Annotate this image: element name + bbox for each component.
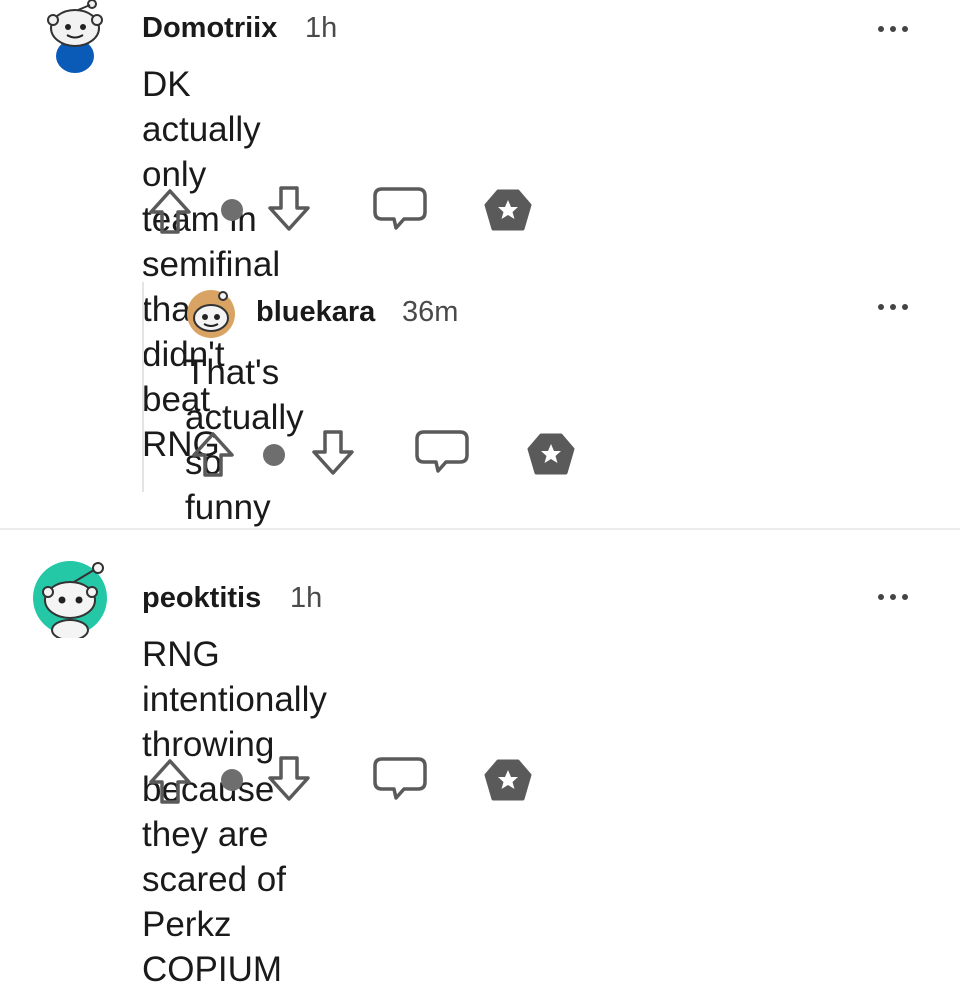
- comment-author[interactable]: Domotriix: [142, 12, 277, 45]
- comment-age: 1h: [290, 582, 323, 614]
- more-options-icon[interactable]: [876, 300, 916, 314]
- more-options-icon[interactable]: [876, 22, 916, 36]
- vote-score-dot: [221, 769, 243, 791]
- comment-age: 1h: [305, 12, 338, 44]
- vote-score-dot: [263, 444, 285, 466]
- comment-body: RNG intentionally throwing because they …: [142, 632, 327, 992]
- comment-author[interactable]: peoktitis: [142, 582, 261, 615]
- comment-age: 36m: [402, 296, 459, 328]
- upvote-arrow-up-icon[interactable]: [190, 430, 236, 480]
- award-star-badge-icon[interactable]: [483, 757, 533, 805]
- comment-body-line: scared of Perkz COPIUM: [142, 860, 286, 989]
- thread-divider: [0, 528, 960, 530]
- upvote-arrow-up-icon[interactable]: [147, 757, 193, 807]
- user-avatar-icon[interactable]: [32, 556, 114, 638]
- more-options-icon[interactable]: [876, 590, 916, 604]
- comment-body-line: RNG intentionally throwing because they …: [142, 635, 327, 854]
- downvote-arrow-down-icon[interactable]: [266, 754, 312, 804]
- downvote-arrow-down-icon[interactable]: [266, 184, 312, 234]
- user-avatar-icon[interactable]: [40, 0, 110, 75]
- award-star-badge-icon[interactable]: [483, 187, 533, 235]
- user-avatar-icon[interactable]: [183, 288, 241, 340]
- award-star-badge-icon[interactable]: [526, 431, 576, 479]
- downvote-arrow-down-icon[interactable]: [310, 428, 356, 478]
- thread-line[interactable]: [142, 282, 144, 492]
- reply-speech-bubble-icon[interactable]: [414, 429, 470, 475]
- vote-score-dot: [221, 199, 243, 221]
- upvote-arrow-up-icon[interactable]: [147, 187, 193, 237]
- reply-speech-bubble-icon[interactable]: [372, 186, 428, 232]
- comment-author[interactable]: bluekara: [256, 296, 375, 329]
- reply-speech-bubble-icon[interactable]: [372, 756, 428, 802]
